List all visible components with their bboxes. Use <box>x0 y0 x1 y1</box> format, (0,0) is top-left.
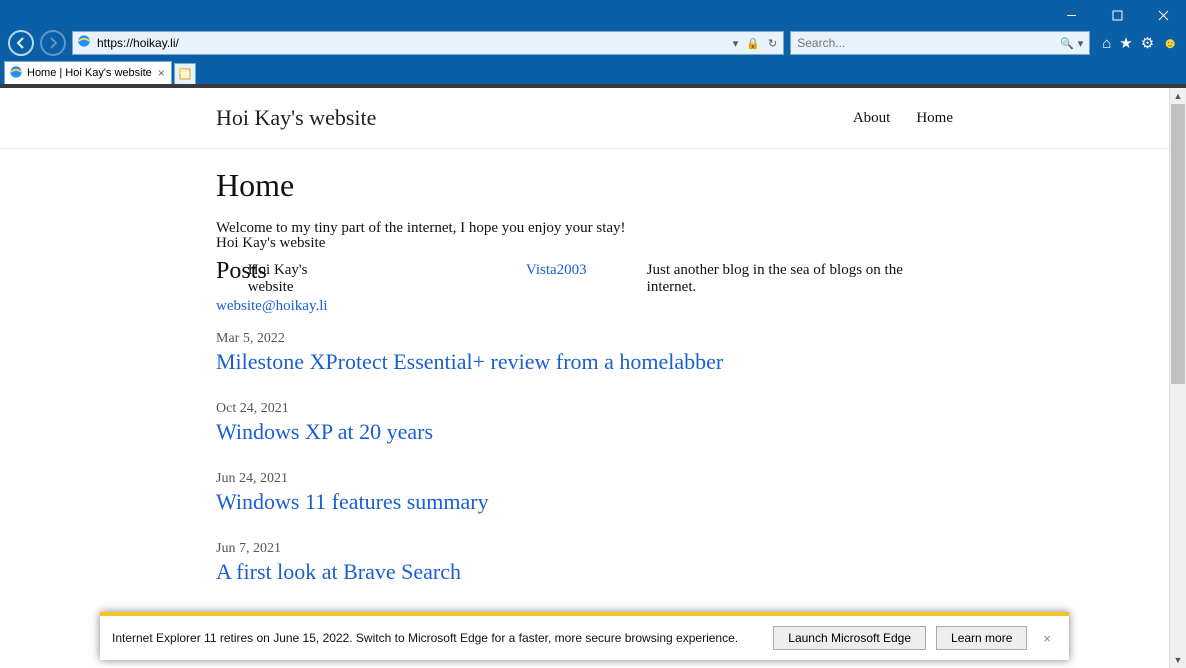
info-handle[interactable]: Vista2003 <box>526 262 587 296</box>
notification-bar: Internet Explorer 11 retires on June 15,… <box>100 612 1069 660</box>
toolbar: ▾ 🔒 ↻ 🔍 ▾ ⌂ ★ ⚙ ☻ <box>0 30 1186 60</box>
scroll-down-icon[interactable]: ▼ <box>1170 652 1186 668</box>
learn-more-button[interactable]: Learn more <box>936 626 1027 650</box>
ie-favicon-icon <box>77 34 91 53</box>
scrollbar[interactable]: ▲ ▼ <box>1169 88 1186 668</box>
new-tab-button[interactable] <box>174 63 196 84</box>
posts-heading: Posts <box>216 258 267 285</box>
info-row: Posts Posts Hoi Kay's website Vista2003 … <box>216 262 953 296</box>
page: Hoi Kay's website About Home Home Welcom… <box>0 88 1169 668</box>
refresh-icon[interactable]: ↻ <box>766 37 779 50</box>
home-icon[interactable]: ⌂ <box>1102 35 1111 52</box>
list-item: Mar 5, 2022 Milestone XProtect Essential… <box>216 331 953 375</box>
site-nav: About Home <box>853 110 953 127</box>
post-date: Jun 7, 2021 <box>216 541 953 557</box>
titlebar <box>0 0 1186 30</box>
page-main: Home Welcome to my tiny part of the inte… <box>0 149 1169 627</box>
launch-edge-button[interactable]: Launch Microsoft Edge <box>773 626 926 650</box>
tab-strip: Home | Hoi Kay's website × <box>0 60 1186 84</box>
search-input[interactable] <box>795 35 1058 51</box>
info-tagline: Just another blog in the sea of blogs on… <box>647 262 953 296</box>
forward-button[interactable] <box>40 30 66 56</box>
post-date: Oct 24, 2021 <box>216 401 953 417</box>
viewport: Hoi Kay's website About Home Home Welcom… <box>0 88 1186 668</box>
maximize-button[interactable] <box>1094 0 1140 30</box>
notification-message: Internet Explorer 11 retires on June 15,… <box>112 631 763 645</box>
notification-close-icon[interactable]: × <box>1037 631 1057 646</box>
list-item: Oct 24, 2021 Windows XP at 20 years <box>216 401 953 445</box>
dropdown-icon[interactable]: ▾ <box>731 37 741 50</box>
smiley-icon[interactable]: ☻ <box>1162 35 1178 52</box>
address-bar[interactable]: ▾ 🔒 ↻ <box>72 31 784 55</box>
tools-icon[interactable]: ⚙ <box>1141 34 1154 52</box>
post-title[interactable]: Windows 11 features summary <box>216 489 953 515</box>
list-item: Jun 7, 2021 A first look at Brave Search <box>216 541 953 585</box>
tab-title: Home | Hoi Kay's website <box>27 67 152 79</box>
post-date: Mar 5, 2022 <box>216 331 953 347</box>
tab-favicon-icon <box>9 65 23 82</box>
search-dropdown-icon[interactable]: ▾ <box>1076 37 1086 50</box>
address-search-wrap: ▾ 🔒 ↻ 🔍 ▾ <box>72 31 1090 55</box>
posts-list: Mar 5, 2022 Milestone XProtect Essential… <box>216 331 953 627</box>
page-heading: Home <box>216 167 953 204</box>
post-title[interactable]: A first look at Brave Search <box>216 559 953 585</box>
toolbar-right-icons: ⌂ ★ ⚙ ☻ <box>1096 34 1178 52</box>
lock-icon: 🔒 <box>744 37 762 50</box>
tab-close-icon[interactable]: × <box>156 66 167 80</box>
minimize-button[interactable] <box>1048 0 1094 30</box>
overlap-title: Hoi Kay's website <box>216 235 953 252</box>
url-input[interactable] <box>95 35 727 51</box>
site-title: Hoi Kay's website <box>216 105 376 131</box>
scroll-thumb[interactable] <box>1171 104 1185 384</box>
nav-home[interactable]: Home <box>916 110 953 127</box>
favorites-icon[interactable]: ★ <box>1119 34 1132 52</box>
close-button[interactable] <box>1140 0 1186 30</box>
post-title[interactable]: Windows XP at 20 years <box>216 419 953 445</box>
list-item: Jun 24, 2021 Windows 11 features summary <box>216 471 953 515</box>
window: ▾ 🔒 ↻ 🔍 ▾ ⌂ ★ ⚙ ☻ Home | Hoi Kay's websi… <box>0 0 1186 668</box>
site-header: Hoi Kay's website About Home <box>0 88 1169 149</box>
post-date: Jun 24, 2021 <box>216 471 953 487</box>
contact-email[interactable]: website@hoikay.li <box>216 298 953 315</box>
post-title[interactable]: Milestone XProtect Essential+ review fro… <box>216 349 953 375</box>
back-button[interactable] <box>8 30 34 56</box>
search-icon[interactable]: 🔍 <box>1058 37 1076 50</box>
search-bar[interactable]: 🔍 ▾ <box>790 31 1090 55</box>
tab-home[interactable]: Home | Hoi Kay's website × <box>4 61 172 84</box>
nav-about[interactable]: About <box>853 110 891 127</box>
scroll-up-icon[interactable]: ▲ <box>1170 88 1186 104</box>
